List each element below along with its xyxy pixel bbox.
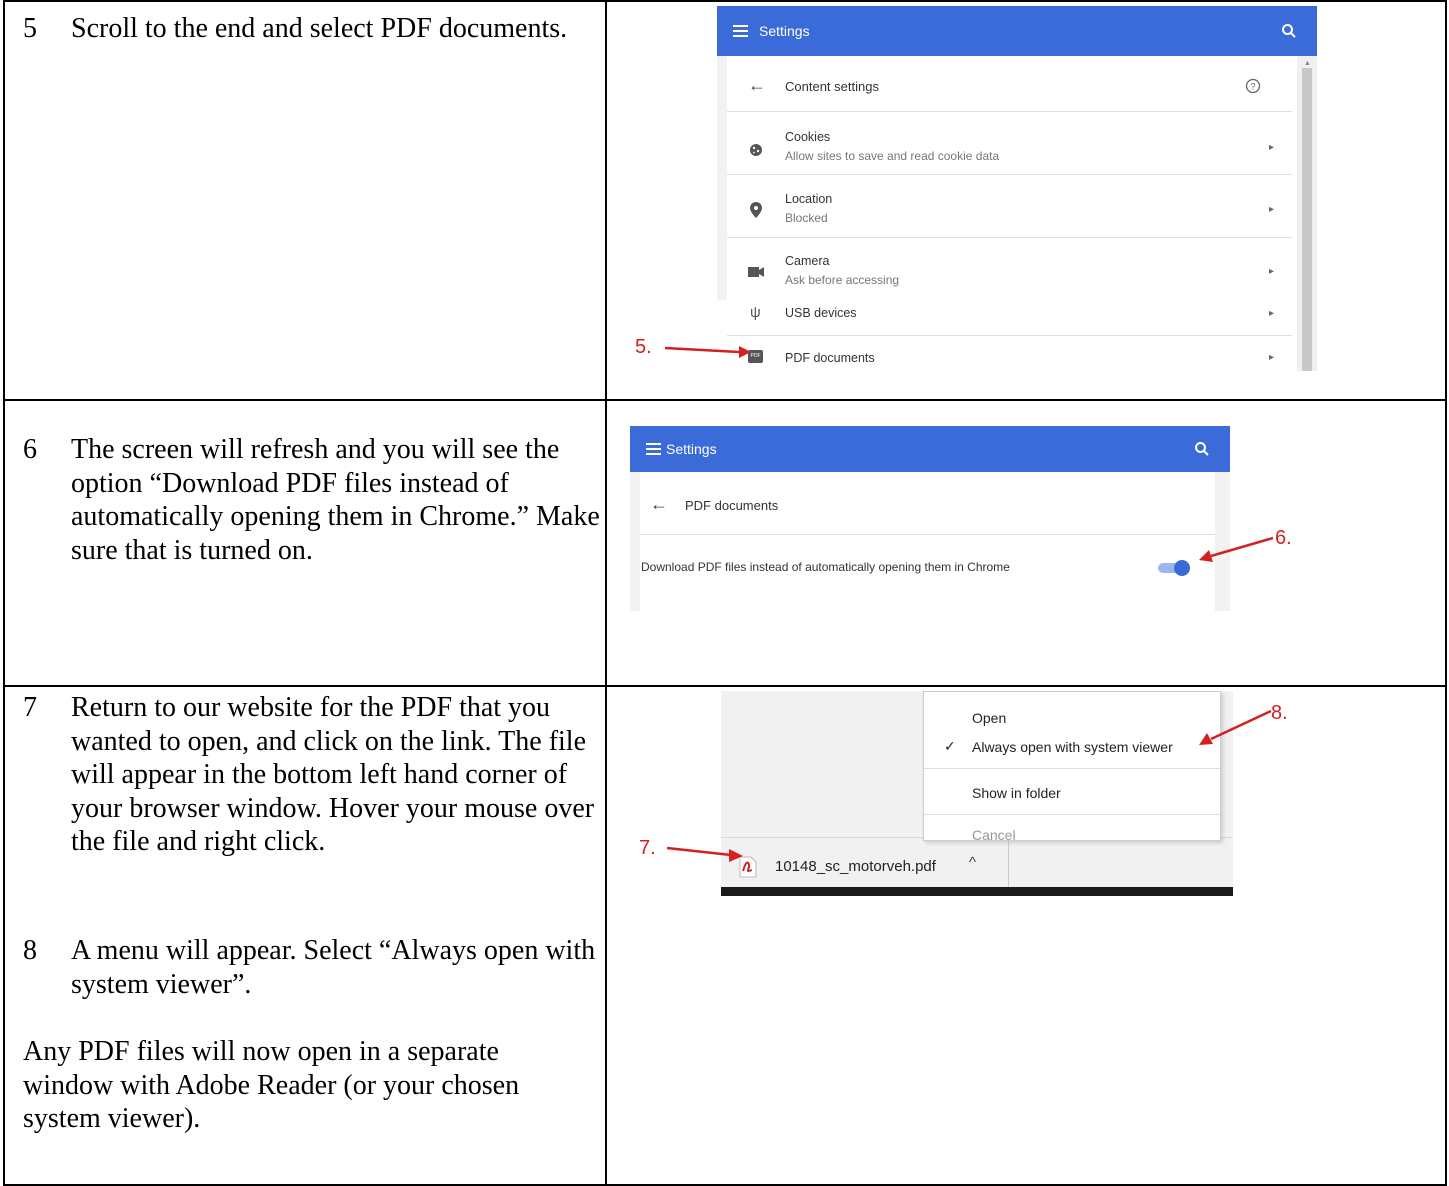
pdf-settings-screenshot: Settings ← PDF documents Download PDF fi… [630,426,1230,611]
menu-item-always-open-system-viewer[interactable]: Always open with system viewer [972,739,1173,755]
callout-step-7: 7. [639,837,656,859]
callout-arrow [1199,709,1272,745]
step-5-cell: 5 Scroll to the end and select PDF docum… [3,0,607,401]
step-number: 6 [23,434,37,465]
location-label[interactable]: Location [785,192,832,206]
content-settings-title: Content settings [785,79,879,94]
menu-item-show-in-folder[interactable]: Show in folder [972,785,1061,801]
search-icon[interactable] [1281,23,1297,39]
menu-item-cancel[interactable]: Cancel [972,827,1016,843]
settings-title: Settings [666,441,717,457]
usb-icon: ψ [750,304,761,321]
cookies-sub: Allow sites to save and read cookie data [785,149,1000,163]
step-text: A menu will appear. Select “Always open … [71,935,596,1000]
step-number: 8 [23,935,37,966]
location-sub: Blocked [785,211,828,225]
step-text: Return to our website for the PDF that y… [71,692,595,857]
callout-arrow [664,346,751,358]
menu-icon[interactable] [646,443,661,455]
settings-header: Settings [717,6,1317,56]
callout-arrow [666,846,743,862]
closing-note: Any PDF files will now open in a separat… [23,1036,520,1134]
chevron-right-icon[interactable]: ▸ [1269,308,1274,319]
back-arrow-icon[interactable]: ← [748,75,766,96]
pdf-documents-label[interactable]: PDF documents [785,351,875,365]
download-pdf-option-label: Download PDF files instead of automatica… [641,560,1010,574]
download-context-menu: Open ✓ Always open with system viewer Sh… [923,691,1221,843]
settings-header: Settings [630,426,1230,472]
menu-item-open[interactable]: Open [972,710,1006,726]
callout-arrow [1199,536,1274,562]
location-pin-icon [750,202,762,218]
cookies-label[interactable]: Cookies [785,130,830,144]
usb-devices-label[interactable]: USB devices [785,306,857,320]
chevron-right-icon[interactable]: ▸ [1269,204,1274,215]
screenshot-cell-2: Settings ← PDF documents Download PDF fi… [605,399,1447,687]
step-text: Scroll to the end and select PDF documen… [71,13,568,44]
search-icon[interactable] [1194,441,1210,457]
menu-icon[interactable] [733,25,748,37]
camera-sub: Ask before accessing [785,273,900,287]
screenshot-cell-3: 10148_sc_motorveh.pdf ^ Open ✓ Always op… [605,685,1447,1186]
pdf-documents-title: PDF documents [685,498,779,513]
download-file-name[interactable]: 10148_sc_motorveh.pdf [775,858,936,875]
step-text: The screen will refresh and you will see… [71,434,600,566]
camera-label[interactable]: Camera [785,254,829,268]
settings-title: Settings [759,23,810,39]
step-number: 7 [23,692,37,723]
back-arrow-icon[interactable]: ← [650,494,668,515]
callout-step-6: 6. [1275,527,1292,549]
steps-7-8-cell: 7 Return to our website for the PDF that… [3,685,607,1186]
checkmark-icon: ✓ [944,738,956,754]
download-bar-screenshot: 10148_sc_motorveh.pdf ^ Open ✓ Always op… [721,691,1233,896]
camera-icon [748,267,764,277]
chevron-right-icon[interactable]: ▸ [1269,352,1274,363]
screenshot-cell-1: Settings ▲ ← Content settings ? Cookies … [605,0,1447,401]
settings-screenshot-content: Settings ▲ ← Content settings ? Cookies … [717,6,1317,371]
step-6-cell: 6 The screen will refresh and you will s… [3,399,607,687]
download-pdf-toggle[interactable] [1158,560,1190,576]
scrollbar[interactable]: ▲ [1297,56,1317,371]
chevron-right-icon[interactable]: ▸ [1269,266,1274,277]
chevron-up-icon[interactable]: ^ [969,854,976,871]
step-number: 5 [23,13,37,44]
cookie-icon [750,144,762,156]
chevron-right-icon[interactable]: ▸ [1269,142,1274,153]
help-icon[interactable]: ? [1245,78,1261,94]
svg-text:?: ? [1250,82,1255,92]
callout-step-5: 5. [635,336,652,358]
